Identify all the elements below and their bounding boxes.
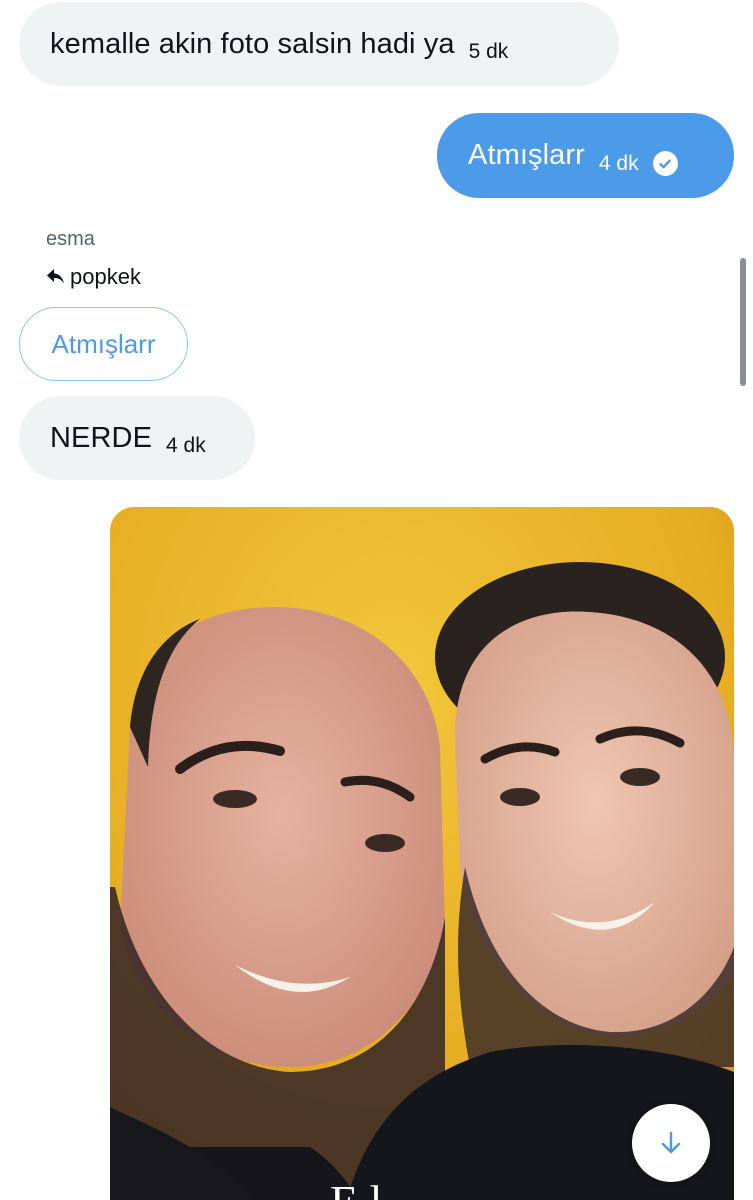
scroll-to-bottom-button[interactable] (632, 1104, 710, 1182)
dm-conversation: kemalle akin foto salsin hadi ya 5 dk At… (0, 0, 753, 1200)
quoted-message-text: Atmışlarr (51, 328, 156, 359)
arrow-down-icon (661, 1131, 681, 1154)
reply-to-name: popkek (70, 264, 141, 289)
photo-image (110, 507, 734, 1200)
message-bubble-outgoing[interactable]: Atmışlarr 4 dk (437, 113, 734, 198)
quoted-message[interactable]: Atmışlarr (19, 307, 188, 381)
photo-attachment[interactable]: E l (110, 507, 734, 1200)
message-timestamp: 4 dk (598, 151, 639, 175)
message-timestamp: 5 dk (468, 40, 509, 63)
message-bubble-incoming[interactable]: NERDE 4 dk (19, 396, 255, 480)
message-timestamp: 4 dk (166, 434, 206, 457)
check-circle-icon (652, 151, 678, 176)
reply-sender-name: esma (46, 228, 95, 250)
reply-context: popkek (46, 264, 141, 290)
message-text: NERDE (50, 421, 153, 454)
message-bubble-incoming[interactable]: kemalle akin foto salsin hadi ya 5 dk (19, 2, 619, 86)
photo-caption-text: E l (330, 1175, 382, 1200)
message-text: kemalle akin foto salsin hadi ya (50, 27, 455, 60)
scrollbar-thumb[interactable] (740, 258, 746, 386)
reply-arrow-icon (47, 269, 64, 284)
message-text: Atmışlarr (468, 139, 585, 171)
